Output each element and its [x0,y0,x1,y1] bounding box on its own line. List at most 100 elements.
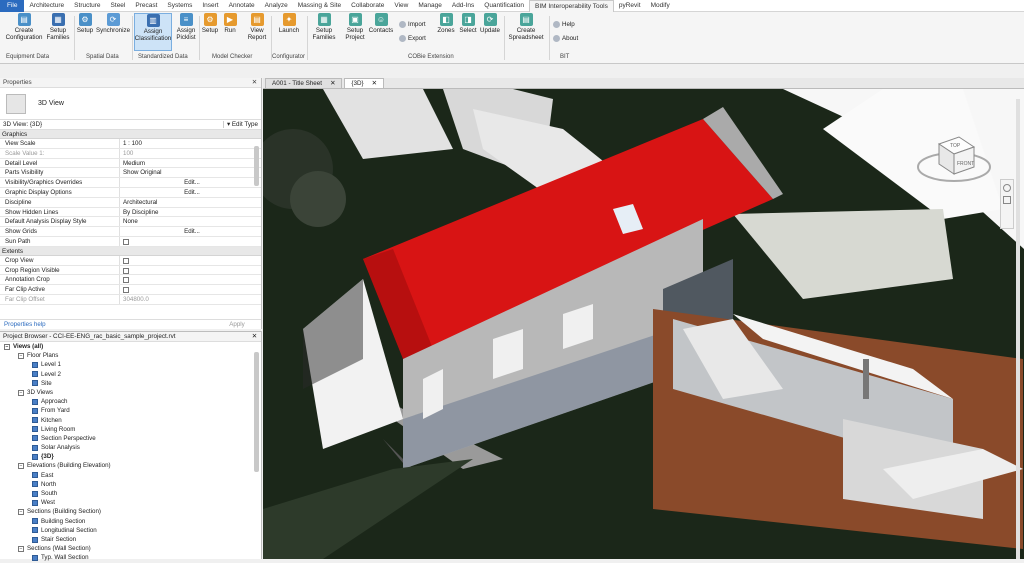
tree-view-item[interactable]: Stair Section [0,535,261,544]
import-button[interactable]: Import [399,21,426,28]
run-button[interactable]: ▶ Run [222,13,238,34]
model-checker-setup-button[interactable]: ⚙ Setup [201,13,219,34]
property-value[interactable]: 1 : 100 [120,139,261,148]
3d-viewport[interactable]: TOP FRONT [263,89,1024,559]
navigation-bar[interactable] [1000,179,1014,229]
apply-button[interactable]: Apply [217,321,257,328]
property-row[interactable]: Crop View [0,255,261,266]
tree-view-item[interactable]: North [0,480,261,489]
collapse-toggle-icon[interactable]: − [18,545,24,552]
property-row[interactable]: Show Hidden Lines By Discipline [0,207,261,218]
property-row[interactable]: Default Analysis Display Style None [0,217,261,228]
zones-button[interactable]: ◧ Zones [436,13,456,34]
tree-view-item[interactable]: Site [0,379,261,388]
property-checkbox-cell[interactable] [120,275,261,284]
edit-button[interactable]: Edit... [120,188,261,197]
browser-scrollbar[interactable] [254,352,259,472]
view-cube[interactable]: TOP FRONT [914,119,994,191]
menu-tab-quantification[interactable]: Quantification [479,0,529,12]
spatial-setup-button[interactable]: ⚙ Setup [76,13,94,34]
tree-view-item[interactable]: Building Section [0,517,261,526]
tree-view-item[interactable]: Approach [0,397,261,406]
tree-node[interactable]: − Sections (Building Section) [0,507,261,516]
tree-view-item[interactable]: South [0,489,261,498]
menu-tab-systems[interactable]: Systems [162,0,197,12]
assign-picklist-button[interactable]: ≡ Assign Picklist [174,13,198,41]
properties-scrollbar[interactable] [254,146,259,186]
steering-wheel-icon[interactable] [1003,184,1011,192]
group-extents[interactable]: Extents [0,246,261,256]
select-button[interactable]: ◨ Select [458,13,478,34]
menu-tab-manage[interactable]: Manage [413,0,447,12]
tree-view-item[interactable]: From Yard [0,406,261,415]
collapse-toggle-icon[interactable]: − [18,463,24,470]
export-button[interactable]: Export [399,35,426,42]
group-graphics[interactable]: Graphics [0,130,261,139]
property-value[interactable]: By Discipline [120,208,261,217]
checkbox[interactable] [123,287,129,294]
checkbox[interactable] [123,267,129,274]
property-row[interactable]: Annotation Crop [0,275,261,286]
menu-tab-file[interactable]: File [0,0,25,12]
tree-view-item[interactable]: East [0,471,261,480]
viewport-scrollbar[interactable] [1016,99,1020,559]
property-row[interactable]: Detail Level Medium [0,158,261,169]
launch-button[interactable]: ✦ Launch [276,13,302,34]
view-tab[interactable]: A001 - Title Sheet ✕ [265,78,343,88]
update-button[interactable]: ⟳ Update [479,13,501,34]
collapse-toggle-icon[interactable]: − [4,343,10,350]
view-tab[interactable]: {3D} ✕ [344,78,384,88]
property-value[interactable]: Show Original [120,168,261,177]
properties-help-link[interactable]: Properties help [4,321,46,328]
menu-tab-steel[interactable]: Steel [106,0,131,12]
menu-tab-structure[interactable]: Structure [69,0,105,12]
close-icon[interactable]: ✕ [252,78,257,88]
menu-tab-bim-interoperability-tools[interactable]: BIM Interoperability Tools [529,0,614,12]
edit-button[interactable]: Edit... [120,178,261,187]
property-row[interactable]: Discipline Architectural [0,197,261,208]
create-spreadsheet-button[interactable]: ▤ Create Spreadsheet [507,13,545,41]
menu-tab-add-ins[interactable]: Add-Ins [447,0,479,12]
property-value[interactable]: 100 [120,149,261,158]
close-icon[interactable]: ✕ [252,332,257,342]
property-row[interactable]: Far Clip Offset 304800.0 [0,294,261,305]
about-button[interactable]: About [553,35,578,42]
view-report-button[interactable]: ▤ View Report [244,13,270,41]
tree-node[interactable]: − Views (all) [0,342,261,351]
zoom-icon[interactable] [1003,196,1011,204]
tree-view-item[interactable]: Section Perspective [0,434,261,443]
tree-view-item[interactable]: Living Room [0,425,261,434]
property-row[interactable]: View Scale 1 : 100 [0,139,261,149]
create-configuration-button[interactable]: ▤ Create Configuration [4,13,44,41]
property-checkbox-cell[interactable] [120,237,261,246]
setup-families-button[interactable]: ▦ Setup Families [44,13,72,41]
menu-tab-annotate[interactable]: Annotate [224,0,260,12]
tree-view-item[interactable]: Typ. Wall Section [0,553,261,562]
property-row[interactable]: Crop Region Visible [0,265,261,276]
tree-view-item[interactable]: {3D} [0,452,261,461]
assign-classification-button[interactable]: ▥ Assign Classification [134,13,172,51]
menu-tab-precast[interactable]: Precast [130,0,162,12]
menu-tab-modify[interactable]: Modify [646,0,675,12]
tree-view-item[interactable]: Kitchen [0,416,261,425]
property-checkbox-cell[interactable] [120,266,261,275]
property-row[interactable]: Far Clip Active [0,285,261,295]
collapse-toggle-icon[interactable]: − [18,352,24,359]
tree-view-item[interactable]: Longitudinal Section [0,526,261,535]
checkbox[interactable] [123,257,129,264]
property-row[interactable]: Parts Visibility Show Original [0,168,261,179]
collapse-toggle-icon[interactable]: − [18,508,24,515]
menu-tab-collaborate[interactable]: Collaborate [346,0,389,12]
property-row[interactable]: Visibility/Graphics Overrides Edit... [0,178,261,188]
property-checkbox-cell[interactable] [120,256,261,265]
menu-tab-massing-site[interactable]: Massing & Site [293,0,346,12]
property-row[interactable]: Scale Value 1: 100 [0,148,261,159]
property-checkbox-cell[interactable] [120,285,261,294]
help-button[interactable]: Help [553,21,575,28]
tree-view-item[interactable]: West [0,498,261,507]
tree-node[interactable]: − Sections (Wall Section) [0,544,261,553]
checkbox[interactable] [123,277,129,284]
tree-view-item[interactable]: Level 1 [0,360,261,369]
property-value[interactable]: None [120,217,261,226]
instance-selector[interactable]: 3D View: {3D} ▾ Edit Type [0,120,261,130]
